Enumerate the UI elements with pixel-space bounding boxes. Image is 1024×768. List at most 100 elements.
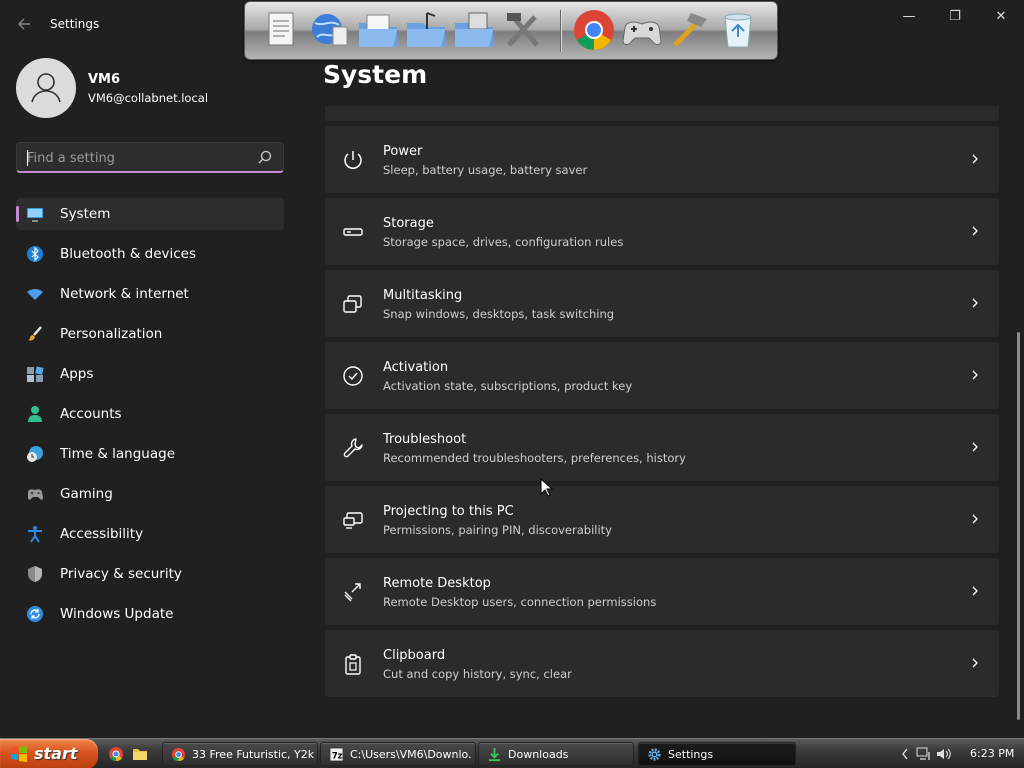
search-icon[interactable]	[257, 149, 273, 165]
chevron-right-icon	[972, 370, 978, 380]
wrench-icon	[343, 438, 363, 458]
pictures-folder-icon[interactable]	[451, 7, 497, 53]
folder-icon[interactable]	[132, 746, 148, 762]
setting-description: Snap windows, desktops, task switching	[383, 307, 615, 321]
globe-network-icon[interactable]	[307, 7, 353, 53]
nav-item-bluetooth-devices[interactable]: Bluetooth & devices	[16, 238, 284, 270]
user-name: VM6	[88, 72, 121, 87]
nav-label: System	[60, 206, 111, 222]
nav-label: Apps	[60, 366, 94, 382]
nav-item-network-internet[interactable]: Network & internet	[16, 278, 284, 310]
setting-description: Permissions, pairing PIN, discoverabilit…	[383, 523, 612, 537]
back-button[interactable]	[10, 12, 38, 36]
storage-icon	[343, 228, 363, 236]
nav-label: Gaming	[60, 486, 113, 502]
dock-separator	[560, 10, 562, 52]
network-icon[interactable]	[916, 747, 932, 761]
task-label: C:\Users\VM6\Downlo...	[350, 748, 472, 761]
nav-item-gaming[interactable]: Gaming	[16, 478, 284, 510]
task-settings-window[interactable]: Settings	[638, 742, 796, 766]
chrome-icon[interactable]	[571, 7, 617, 53]
music-folder-icon[interactable]	[403, 7, 449, 53]
chevron-right-icon	[972, 154, 978, 164]
hammer-icon[interactable]	[667, 7, 713, 53]
window-title: Settings	[50, 17, 100, 31]
apps-icon	[27, 366, 44, 382]
mouse-cursor-icon	[540, 478, 554, 497]
nav-item-accounts[interactable]: Accounts	[16, 398, 284, 430]
brush-icon	[28, 326, 42, 341]
setting-activation[interactable]: Activation Activation state, subscriptio…	[325, 342, 999, 409]
clipboard-icon	[345, 654, 361, 675]
recycle-bin-icon[interactable]	[715, 7, 761, 53]
speaker-icon[interactable]	[936, 747, 952, 761]
dock-bar	[244, 1, 778, 60]
taskbar: start 33 Free Futuristic, Y2k... 7z C:\U…	[0, 738, 1024, 768]
gamepad-icon[interactable]	[619, 7, 665, 53]
globe-clock-icon	[27, 446, 43, 462]
task-archive-window[interactable]: 7z C:\Users\VM6\Downlo...	[320, 742, 476, 766]
activation-icon	[343, 366, 363, 386]
update-icon	[27, 606, 43, 622]
nav-item-privacy-security[interactable]: Privacy & security	[16, 558, 284, 590]
setting-description: Remote Desktop users, connection permiss…	[383, 595, 657, 609]
setting-troubleshoot[interactable]: Troubleshoot Recommended troubleshooters…	[325, 414, 999, 481]
chevron-right-icon	[972, 442, 978, 452]
close-button[interactable]: ✕	[978, 6, 1024, 28]
nav-label: Bluetooth & devices	[60, 246, 197, 262]
setting-title: Troubleshoot	[383, 432, 467, 447]
clock[interactable]: 6:23 PM	[970, 747, 1014, 760]
nav-item-accessibility[interactable]: Accessibility	[16, 518, 284, 550]
settings-list: Power Sleep, battery usage, battery save…	[325, 126, 999, 702]
download-folder-icon	[488, 747, 501, 762]
monitor-icon	[27, 208, 43, 222]
tools-icon[interactable]	[499, 7, 545, 53]
search-input[interactable]	[27, 149, 247, 167]
setting-title: Multitasking	[383, 288, 463, 303]
system-tray: 6:23 PM	[898, 739, 1024, 768]
chrome-icon	[171, 747, 186, 762]
chevron-right-icon	[972, 298, 978, 308]
zip-icon: 7z	[329, 747, 344, 762]
nav-item-system[interactable]: System	[16, 198, 284, 230]
setting-description: Storage space, drives, configuration rul…	[383, 235, 624, 249]
setting-remote-desktop[interactable]: Remote Desktop Remote Desktop users, con…	[325, 558, 999, 625]
back-arrow-icon	[18, 18, 30, 30]
nav-label: Accounts	[60, 406, 122, 422]
nav-label: Personalization	[60, 326, 163, 342]
minimize-button[interactable]: —	[886, 6, 932, 28]
setting-title: Clipboard	[383, 648, 446, 663]
nav-label: Time & language	[60, 446, 176, 462]
partial-setting-card[interactable]	[325, 106, 999, 121]
setting-description: Activation state, subscriptions, product…	[383, 379, 633, 393]
nav-item-apps[interactable]: Apps	[16, 358, 284, 390]
setting-storage[interactable]: Storage Storage space, drives, configura…	[325, 198, 999, 265]
chevron-left-icon[interactable]	[900, 747, 910, 761]
task-downloads-window[interactable]: Downloads	[478, 742, 634, 766]
document-viewer-icon[interactable]	[259, 7, 305, 53]
search-box[interactable]	[16, 142, 284, 173]
setting-clipboard[interactable]: Clipboard Cut and copy history, sync, cl…	[325, 630, 999, 697]
avatar[interactable]	[16, 58, 76, 118]
setting-power[interactable]: Power Sleep, battery usage, battery save…	[325, 126, 999, 193]
nav-item-windows-update[interactable]: Windows Update	[16, 598, 284, 630]
shield-icon	[28, 566, 42, 582]
setting-title: Storage	[383, 216, 434, 231]
power-icon	[344, 151, 362, 169]
task-chrome-window[interactable]: 33 Free Futuristic, Y2k...	[162, 742, 318, 766]
setting-projecting[interactable]: Projecting to this PC Permissions, pairi…	[325, 486, 999, 553]
nav-label: Privacy & security	[60, 566, 182, 582]
chevron-right-icon	[972, 226, 978, 236]
start-button[interactable]: start	[0, 739, 98, 768]
setting-description: Sleep, battery usage, battery saver	[383, 163, 588, 177]
documents-folder-icon[interactable]	[355, 7, 401, 53]
task-label: Settings	[668, 748, 714, 761]
chrome-icon[interactable]	[108, 746, 124, 762]
gear-icon	[648, 748, 661, 761]
scrollbar-thumb[interactable]	[1017, 332, 1020, 720]
nav-item-time-language[interactable]: Time & language	[16, 438, 284, 470]
maximize-button[interactable]: ❐	[932, 6, 978, 28]
setting-multitasking[interactable]: Multitasking Snap windows, desktops, tas…	[325, 270, 999, 337]
multitasking-icon	[343, 295, 362, 313]
nav-item-personalization[interactable]: Personalization	[16, 318, 284, 350]
